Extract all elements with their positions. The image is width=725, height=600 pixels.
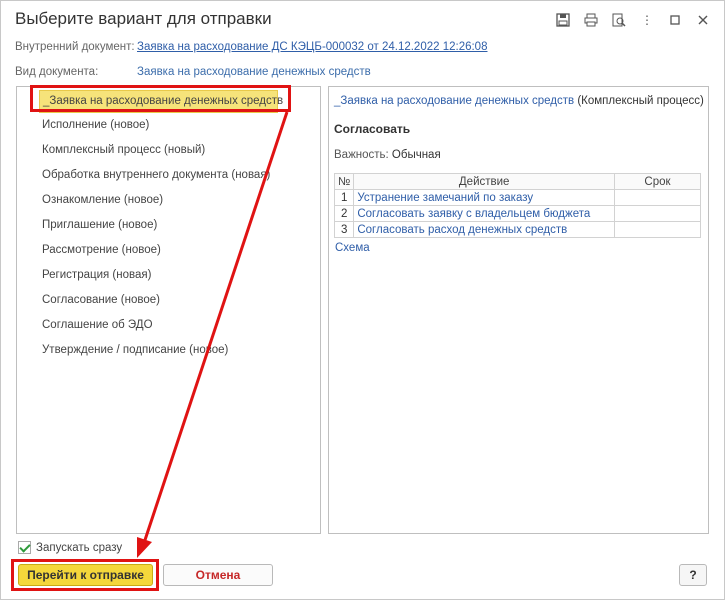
more-icon[interactable]: ⋮ xyxy=(636,11,658,29)
cell-num: 1 xyxy=(333,189,355,206)
col-action-header: Действие xyxy=(353,173,615,190)
variant-name: _Заявка на расходование денежных средств… xyxy=(334,95,704,107)
variants-list: _Заявка на расходование денежных средств… xyxy=(17,87,320,363)
start-now-checkbox[interactable] xyxy=(18,541,31,554)
internal-doc-label: Внутренний документ: xyxy=(15,41,135,53)
list-item[interactable]: Ознакомление (новое) xyxy=(17,188,320,213)
cell-action[interactable]: Согласовать расход денежных средств xyxy=(353,221,615,238)
list-item[interactable]: Обработка внутреннего документа (новая) xyxy=(17,163,320,188)
help-button[interactable]: ? xyxy=(679,564,707,586)
close-icon[interactable] xyxy=(692,11,714,29)
cell-due xyxy=(614,221,701,238)
cell-due xyxy=(614,189,701,206)
cell-action[interactable]: Согласовать заявку с владельцем бюджета xyxy=(353,205,615,222)
doc-type-row: Вид документа: Заявка на расходование де… xyxy=(15,66,371,78)
title-toolbar: ⋮ xyxy=(552,11,714,29)
list-item[interactable]: Утверждение / подписание (новое) xyxy=(17,338,320,363)
variant-name-link[interactable]: _Заявка на расходование денежных средств xyxy=(334,95,574,107)
actions-table-body: 1 Устранение замечаний по заказу 2 Согласов… xyxy=(333,189,701,238)
list-item[interactable]: Согласование (новое) xyxy=(17,288,320,313)
internal-doc-link[interactable]: Заявка на расходование ДС КЭЦБ-000032 от… xyxy=(137,41,487,53)
cell-action[interactable]: Устранение замечаний по заказу xyxy=(353,189,615,206)
doc-type-value[interactable]: Заявка на расходование денежных средств xyxy=(137,66,371,78)
col-due-header: Срок xyxy=(614,173,701,190)
highlight-go-button xyxy=(11,559,159,591)
cancel-button[interactable]: Отмена xyxy=(163,564,273,586)
start-now-row[interactable]: Запускать сразу xyxy=(18,541,122,554)
dialog-title: Выберите вариант для отправки xyxy=(15,9,272,28)
table-header-row: № Действие Срок xyxy=(333,173,701,190)
variant-detail-panel: _Заявка на расходование денежных средств… xyxy=(328,86,709,534)
list-item[interactable]: Соглашение об ЭДО xyxy=(17,313,320,338)
cell-num: 3 xyxy=(333,221,355,238)
importance-value: Обычная xyxy=(388,149,441,161)
table-row: 3 Согласовать расход денежных средств xyxy=(333,221,701,238)
start-now-label: Запускать сразу xyxy=(36,541,123,554)
importance: Важность: Обычная xyxy=(334,149,441,161)
doc-type-label: Вид документа: xyxy=(15,66,99,78)
print-icon[interactable] xyxy=(580,11,602,29)
internal-doc-row: Внутренний документ: Заявка на расходова… xyxy=(15,41,487,53)
actions-table: № Действие Срок 1 Устранение замечаний по… xyxy=(333,173,701,238)
cell-num: 2 xyxy=(333,205,355,222)
cell-due xyxy=(614,205,701,222)
table-row: 1 Устранение замечаний по заказу xyxy=(333,189,701,206)
list-item[interactable]: Исполнение (новое) xyxy=(17,113,320,138)
schema-link[interactable]: Схема xyxy=(335,242,370,254)
step-title: Согласовать xyxy=(334,122,411,136)
list-item[interactable]: Приглашение (новое) xyxy=(17,213,320,238)
maximize-icon[interactable] xyxy=(664,11,686,29)
list-item[interactable]: Комплексный процесс (новый) xyxy=(17,138,320,163)
importance-label: Важность: xyxy=(334,149,389,161)
save-icon[interactable] xyxy=(552,11,574,29)
variants-list-panel: _Заявка на расходование денежных средств… xyxy=(16,86,321,534)
preview-icon[interactable] xyxy=(608,11,630,29)
table-row: 2 Согласовать заявку с владельцем бюджета xyxy=(333,205,701,222)
highlight-selected-variant xyxy=(30,85,291,112)
send-variant-dialog: Выберите вариант для отправки ⋮ Внутренн… xyxy=(0,0,725,600)
col-num-header: № xyxy=(333,173,355,190)
list-item[interactable]: Рассмотрение (новое) xyxy=(17,238,320,263)
list-item[interactable]: Регистрация (новая) xyxy=(17,263,320,288)
variant-type: (Комплексный процесс) xyxy=(574,95,704,107)
